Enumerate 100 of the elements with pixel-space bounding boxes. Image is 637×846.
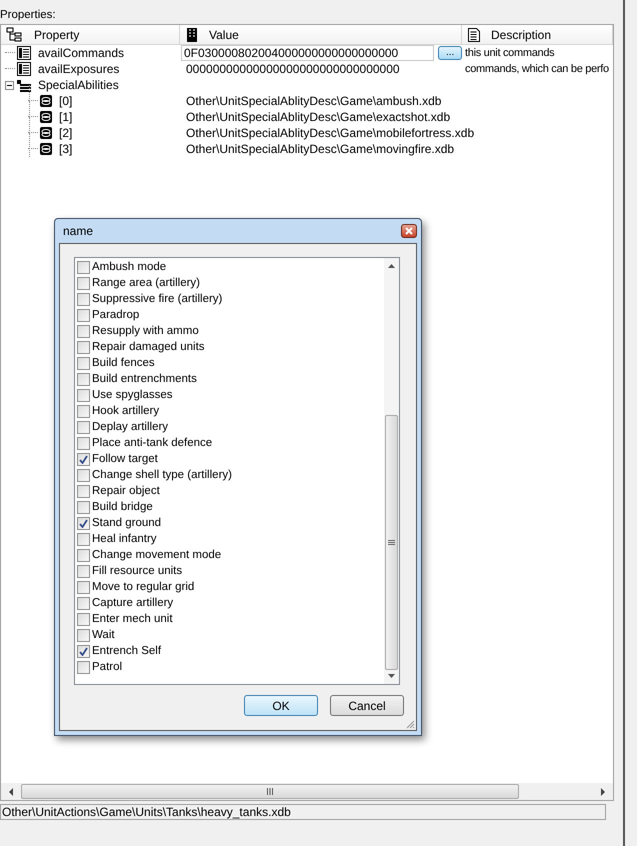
option-label[interactable]: Stand ground (92, 517, 162, 529)
grip-icon (388, 539, 395, 546)
checkbox[interactable] (77, 372, 90, 386)
building-icon (185, 26, 199, 42)
checkbox[interactable] (77, 324, 90, 338)
column-header[interactable]: Property (1, 25, 180, 44)
option-label[interactable]: Patrol (92, 661, 122, 673)
grip-icon (266, 788, 274, 795)
list-icon (16, 61, 32, 77)
column-header[interactable]: Value (180, 25, 462, 44)
value-text: Other\UnitSpecialAblityDesc\Game\movingfire.xdb (185, 142, 454, 156)
checkbox[interactable] (77, 612, 90, 626)
option-label[interactable]: Change shell type (artillery) (92, 469, 232, 481)
close-button[interactable] (401, 224, 417, 238)
checkbox[interactable] (77, 420, 90, 434)
option-label[interactable]: Build fences (92, 357, 155, 369)
checkbox[interactable] (77, 436, 90, 450)
column-header[interactable]: Description (462, 25, 613, 44)
checkbox[interactable] (77, 548, 90, 562)
browse-button[interactable]: ... (438, 46, 462, 60)
scroll-thumb[interactable] (21, 784, 519, 799)
checkbox[interactable] (77, 500, 90, 514)
option-label[interactable]: Entrench Self (92, 645, 162, 657)
checkbox[interactable] (77, 452, 90, 466)
expander-icon[interactable] (5, 80, 14, 90)
checkbox[interactable] (77, 484, 90, 498)
option-label[interactable]: Capture artillery (92, 597, 174, 609)
checkbox[interactable] (77, 564, 90, 578)
value-text: Other\UnitSpecialAblityDesc\Game\mobilefortress.xdb (185, 126, 474, 140)
option-label[interactable]: Place anti-tank defence (92, 437, 212, 449)
description-text: commands, which can be perfo (465, 63, 609, 75)
scroll-thumb[interactable] (385, 415, 398, 670)
path-field: Other\UnitActions\Game\Units\Tanks\heavy_tanks.xdb (0, 804, 606, 820)
option-label[interactable]: Build entrenchments (92, 373, 197, 385)
checkbox[interactable] (77, 276, 90, 290)
up-arrow-icon (388, 264, 395, 268)
option-label[interactable]: Follow target (92, 453, 158, 465)
option-label[interactable]: Heal infantry (92, 533, 157, 545)
horizontal-scrollbar[interactable] (1, 783, 613, 800)
chain-icon (39, 94, 53, 108)
option-label[interactable]: Range area (artillery) (92, 277, 200, 289)
checkbox[interactable] (77, 468, 90, 482)
checkbox[interactable] (77, 388, 90, 402)
option-label[interactable]: Hook artillery (92, 405, 160, 417)
column-label: Description (491, 28, 552, 42)
checkbox[interactable] (77, 516, 90, 530)
property-name[interactable]: availCommands (38, 46, 124, 60)
checkbox[interactable] (77, 628, 90, 642)
option-label[interactable]: Deplay artillery (92, 421, 168, 433)
resize-grip-icon (405, 719, 415, 729)
stack-icon (16, 77, 32, 93)
chain-icon (39, 142, 53, 156)
dialog-button[interactable]: Cancel (330, 695, 404, 716)
close-icon (405, 227, 413, 235)
option-label[interactable]: Wait (92, 629, 115, 641)
check-icon (79, 518, 88, 528)
option-label[interactable]: Resupply with ammo (92, 325, 199, 337)
option-label[interactable]: Fill resource units (92, 565, 182, 577)
column-label: Value (209, 28, 239, 42)
checkbox[interactable] (77, 308, 90, 322)
property-name[interactable]: [2] (59, 126, 72, 140)
property-name[interactable]: [1] (59, 110, 72, 124)
chain-icon (39, 110, 53, 124)
option-label[interactable]: Build bridge (92, 501, 153, 513)
property-name[interactable]: [0] (59, 94, 72, 108)
vertical-scrollbar[interactable] (384, 258, 399, 684)
checkbox[interactable] (77, 660, 90, 674)
property-name[interactable]: [3] (59, 142, 72, 156)
checkbox[interactable] (77, 356, 90, 370)
value-text: 00000000000000000000000000000000 (185, 62, 400, 76)
column-label: Property (34, 28, 80, 42)
option-label[interactable]: Suppressive fire (artillery) (92, 293, 222, 305)
checkbox[interactable] (77, 340, 90, 354)
checkbox[interactable] (77, 596, 90, 610)
document-icon (467, 26, 481, 42)
option-label[interactable]: Ambush mode (92, 261, 166, 273)
checkbox[interactable] (77, 260, 90, 274)
option-label[interactable]: Move to regular grid (92, 581, 194, 593)
option-label[interactable]: Change movement mode (92, 549, 222, 561)
property-name[interactable]: SpecialAbilities (38, 78, 119, 92)
dialog-button[interactable]: OK (244, 695, 318, 716)
checkbox[interactable] (77, 404, 90, 418)
option-label[interactable]: Repair damaged units (92, 341, 205, 353)
down-arrow-icon (388, 674, 395, 678)
checkbox[interactable] (77, 292, 90, 306)
value-text: Other\UnitSpecialAblityDesc\Game\exactshot.xdb (185, 110, 450, 124)
property-name[interactable]: availExposures (38, 62, 120, 76)
option-label[interactable]: Use spyglasses (92, 389, 173, 401)
value-text: Other\UnitSpecialAblityDesc\Game\ambush.xdb (185, 94, 442, 108)
option-label[interactable]: Repair object (92, 485, 160, 497)
checkbox[interactable] (77, 580, 90, 594)
checkbox[interactable] (77, 532, 90, 546)
list-icon (16, 45, 32, 61)
right-arrow-icon (599, 788, 607, 796)
option-label[interactable]: Enter mech unit (92, 613, 173, 625)
checkbox[interactable] (77, 644, 90, 658)
check-icon (79, 646, 88, 656)
left-arrow-icon (7, 788, 15, 796)
value-field[interactable]: 0F030000802004000000000000000000 (181, 45, 434, 61)
option-label[interactable]: Paradrop (92, 309, 140, 321)
